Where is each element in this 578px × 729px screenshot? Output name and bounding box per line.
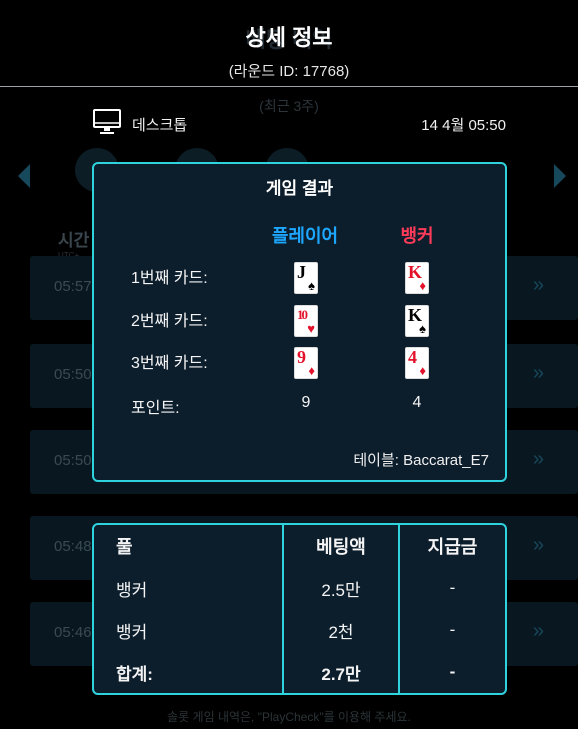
bets-panel: 풀 베팅액 지급금 뱅커 2.5만 - 뱅커 2천 - 합계: 2.7만 - [92, 523, 507, 695]
card-suit-icon: ♠ [308, 278, 315, 293]
card-suit-icon: ♦ [419, 278, 426, 293]
time-column-label: 시간 [58, 231, 90, 250]
banker-card-2: K ♠ [405, 305, 429, 337]
history-row-time: 05:50 [54, 366, 92, 383]
card-row-label: 1번째 카드: [131, 270, 208, 287]
player-card-2: 10 ♥ [294, 305, 318, 337]
round-id: (라운드 ID: 17768) [228, 63, 350, 80]
history-row-time: 05:50 [54, 452, 92, 469]
pool-header: 풀 [116, 537, 133, 557]
desktop-icon [93, 109, 121, 134]
round-datetime: 14 4월 05:50 [421, 117, 506, 134]
device-info: 데스크톱 14 4월 05:50 [92, 108, 506, 138]
card-row-label: 2번째 카드: [131, 313, 208, 330]
card-row-label: 3번째 카드: [131, 355, 208, 372]
player-column-header: 플레이어 [271, 226, 339, 246]
banker-column-header: 뱅커 [400, 226, 434, 246]
total-payout: - [398, 651, 505, 693]
card-rank: 10 [297, 307, 308, 322]
bet-amount-header: 베팅액 [282, 525, 399, 567]
card-suit-icon: ♦ [308, 363, 315, 378]
card-suit-icon: ♥ [307, 321, 315, 336]
card-rank: J [297, 262, 306, 282]
chevron-right-icon: » [532, 448, 544, 470]
background-time-column: 시간 UTC+ [58, 226, 89, 260]
total-amount: 2.7만 [282, 651, 399, 693]
table-row: 뱅커 2.5만 - [94, 567, 505, 609]
bet-payout: - [398, 567, 505, 609]
game-result-panel: 게임 결과 플레이어 뱅커 1번째 카드: J ♠ K ♦ 2번째 카드: 10… [92, 162, 507, 482]
bet-payout: - [398, 609, 505, 651]
total-label: 합계: [116, 664, 153, 684]
card-suit-icon: ♠ [419, 321, 426, 336]
player-card-3: 9 ♦ [294, 347, 318, 379]
table-name: 테이블: Baccarat_E7 [353, 452, 489, 469]
history-row-time: 05:48 [54, 538, 92, 555]
card-suit-icon: ♦ [419, 363, 426, 378]
card-rank: 4 [408, 347, 417, 367]
chevron-right-icon: » [532, 362, 544, 384]
background-footer-note: 솔롯 게임 내역은, "PlayCheck"를 이용해 주세요. [167, 710, 411, 724]
next-arrow-icon[interactable] [554, 164, 566, 188]
bets-table: 풀 베팅액 지급금 뱅커 2.5만 - 뱅커 2천 - 합계: 2.7만 - [94, 525, 505, 693]
page-title: 상세 정보 [245, 25, 333, 50]
banker-card-3: 4 ♦ [405, 347, 429, 379]
player-card-1: J ♠ [294, 262, 318, 294]
device-label: 데스크톱 [132, 117, 188, 134]
detail-header: 상세 정보 (라운드 ID: 17768) [0, 0, 578, 87]
banker-points: 4 [412, 394, 422, 411]
bet-pool: 뱅커 [116, 580, 148, 600]
chevron-right-icon: » [532, 620, 544, 642]
prev-arrow-icon[interactable] [18, 164, 30, 188]
chevron-right-icon: » [532, 534, 544, 556]
player-points: 9 [301, 394, 311, 411]
total-row: 합계: 2.7만 - [94, 651, 505, 693]
history-row-time: 05:46 [54, 624, 92, 641]
bets-header-row: 풀 베팅액 지급금 [94, 525, 505, 567]
bet-amount: 2천 [282, 609, 399, 651]
table-row: 뱅커 2천 - [94, 609, 505, 651]
chevron-right-icon: » [532, 274, 544, 296]
banker-card-1: K ♦ [405, 262, 429, 294]
game-result-title: 게임 결과 [265, 179, 334, 198]
bet-pool: 뱅커 [116, 622, 148, 642]
payout-header: 지급금 [398, 525, 505, 567]
bet-amount: 2.5만 [282, 567, 399, 609]
card-rank: 9 [297, 347, 306, 367]
points-label: 포인트: [131, 400, 180, 417]
history-row-time: 05:57 [54, 278, 92, 295]
